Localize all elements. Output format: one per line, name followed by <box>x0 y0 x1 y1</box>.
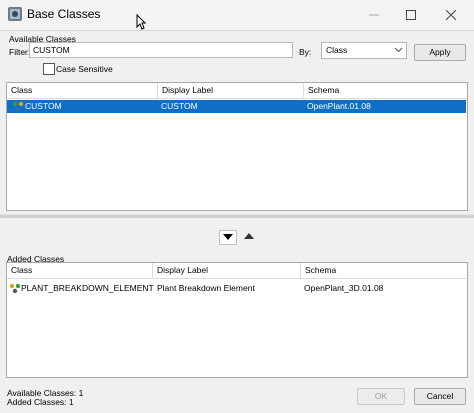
minimize-button[interactable] <box>356 2 392 28</box>
by-label: By: <box>299 47 312 57</box>
remove-class-button[interactable] <box>241 230 257 243</box>
available-classes-grid[interactable]: Class Display Label Schema CUSTOM CUSTOM… <box>6 82 468 211</box>
column-header-display-label[interactable]: Display Label <box>158 83 304 99</box>
row-schema: OpenPlant.01.08 <box>307 101 371 111</box>
maximize-icon <box>406 10 416 20</box>
row-display-label: Plant Breakdown Element <box>157 283 255 293</box>
by-select-value: Class <box>326 45 348 55</box>
window-title: Base Classes <box>27 7 101 21</box>
close-icon <box>446 10 456 20</box>
class-icon <box>12 101 24 116</box>
arrow-down-icon <box>223 234 233 240</box>
column-header-display-label[interactable]: Display Label <box>153 263 301 279</box>
ok-button[interactable]: OK <box>357 388 405 405</box>
row-schema: OpenPlant_3D.01.08 <box>304 283 384 293</box>
table-row[interactable]: CUSTOM CUSTOM OpenPlant.01.08 <box>7 100 466 113</box>
column-header-schema[interactable]: Schema <box>304 83 466 99</box>
added-classes-count: Added Classes: 1 <box>7 397 74 407</box>
case-sensitive-label: Case Sensitive <box>56 64 113 74</box>
class-icon <box>9 283 21 298</box>
close-button[interactable] <box>433 2 469 28</box>
arrow-up-icon <box>244 233 254 239</box>
added-classes-grid[interactable]: Class Display Label Schema PLANT_BREAKDO… <box>6 262 468 378</box>
maximize-button[interactable] <box>393 2 429 28</box>
table-row[interactable]: PLANT_BREAKDOWN_ELEMENT Plant Breakdown … <box>7 282 466 295</box>
apply-button[interactable]: Apply <box>414 44 466 61</box>
column-header-class[interactable]: Class <box>7 263 153 279</box>
app-icon <box>7 6 23 22</box>
case-sensitive-checkbox[interactable] <box>43 63 55 75</box>
column-header-schema[interactable]: Schema <box>301 263 466 279</box>
splitter[interactable] <box>0 214 474 218</box>
chevron-down-icon <box>394 43 403 59</box>
minimize-icon <box>369 14 379 16</box>
by-select[interactable]: Class <box>321 42 407 59</box>
cancel-button[interactable]: Cancel <box>414 388 466 405</box>
row-class: PLANT_BREAKDOWN_ELEMENT <box>21 283 154 293</box>
row-class: CUSTOM <box>25 101 62 111</box>
filter-input[interactable] <box>29 42 293 58</box>
column-header-class[interactable]: Class <box>7 83 158 99</box>
add-class-button[interactable] <box>219 230 237 245</box>
row-display-label: CUSTOM <box>161 101 198 111</box>
filter-label: Filter: <box>9 47 31 57</box>
